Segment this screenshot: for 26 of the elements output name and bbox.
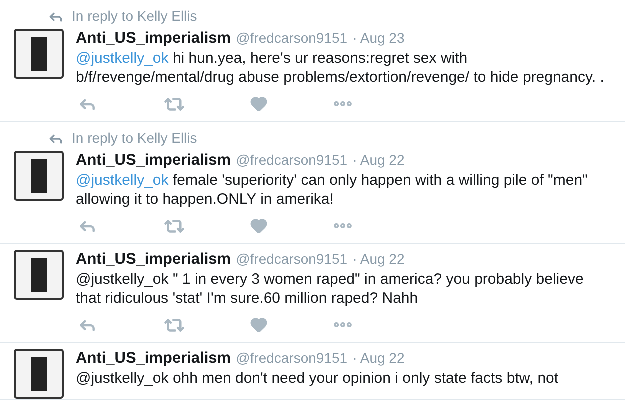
avatar-image[interactable] (14, 151, 64, 201)
tweet-text: @justkelly_ok " 1 in every 3 women raped" in america? you probably believe that ridiculous 'stat' I'm sure.60 million raped? Nahh (76, 270, 585, 308)
user-handle[interactable]: @fredcarson9151 (236, 29, 348, 48)
avatar-image[interactable] (14, 250, 64, 300)
avatar-image[interactable] (14, 349, 64, 399)
tweet-text: @justkelly_ok female 'superiority' can only happen with a willing pile of "men" allowing it to happen.ONLY in amerika! (76, 171, 589, 209)
mention-link[interactable]: @justkelly_ok (76, 172, 169, 189)
tweet-text: @justkelly_ok ohh men don't need your opinion i only state facts btw, not (76, 369, 560, 388)
tweet-date[interactable]: · Aug 22 (352, 151, 405, 170)
user-handle[interactable]: @fredcarson9151 (236, 151, 348, 170)
user-name[interactable]: Anti_US_imperialism (76, 250, 232, 269)
tweet-text: @justkelly_ok hi hun.yea, here's ur reasons:regret sex with b/f/revenge/mental/drug abuse problems/extortion/revenge/ to hide pregnancy. . (76, 49, 606, 87)
user-name[interactable]: Anti_US_imperialism (76, 29, 232, 48)
user-name[interactable]: Anti_US_imperialism (76, 349, 232, 368)
user-handle[interactable]: @fredcarson9151 (236, 250, 348, 269)
mention-link[interactable]: @justkelly_ok (76, 370, 169, 387)
user-handle[interactable]: @fredcarson9151 (236, 349, 348, 368)
mention-link[interactable]: @justkelly_ok (76, 271, 169, 288)
tweet-date[interactable]: · Aug 23 (352, 29, 405, 48)
reply-context: In reply to Kelly Ellis (72, 7, 198, 26)
tweet-date[interactable]: · Aug 22 (352, 250, 405, 269)
avatar-image[interactable] (14, 29, 64, 79)
tweet-date[interactable]: · Aug 22 (352, 349, 405, 368)
user-name[interactable]: Anti_US_imperialism (76, 151, 232, 170)
mention-link[interactable]: @justkelly_ok (76, 50, 169, 67)
reply-context: In reply to Kelly Ellis (72, 129, 198, 148)
